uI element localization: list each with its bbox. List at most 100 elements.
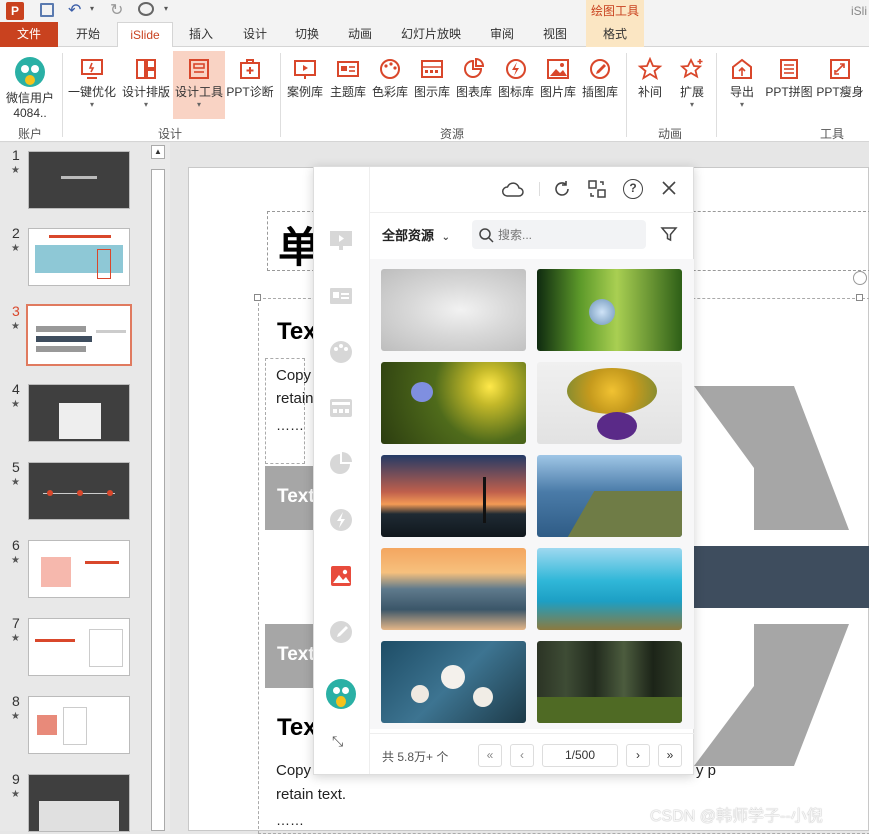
slide-star: ★ xyxy=(11,243,20,254)
ribbon: 微信用户 4084.. 账户 一键优化 ▾ 设计排版 ▾ 设计工具 ▾ PPT诊… xyxy=(0,47,869,142)
image-sunset-tree[interactable] xyxy=(381,455,526,537)
presenter-icon[interactable] xyxy=(138,2,154,16)
illustration-library-button[interactable]: 插图库 xyxy=(579,51,621,119)
tab-insert[interactable]: 插入 xyxy=(176,22,226,47)
heading-1[interactable]: Tex xyxy=(277,318,317,346)
search-icon xyxy=(479,228,494,243)
refresh-icon[interactable] xyxy=(552,179,572,199)
image-turquoise-sea[interactable] xyxy=(537,548,682,630)
tab-slideshow[interactable]: 幻灯片放映 xyxy=(392,22,470,47)
title-bar: P ↶ ▾ ↻ ▾ iSli xyxy=(0,0,869,22)
image-yellow-bouquet[interactable] xyxy=(537,362,682,444)
redo-icon[interactable]: ↻ xyxy=(110,0,123,20)
ppt-diagnosis-button[interactable]: PPT诊断 xyxy=(226,51,274,119)
diagram-library-button[interactable]: 图示库 xyxy=(411,51,453,119)
tab-islide[interactable]: iSlide xyxy=(117,22,173,48)
search-input[interactable] xyxy=(498,225,638,244)
tab-home[interactable]: 开始 xyxy=(62,22,114,47)
image-forest[interactable] xyxy=(537,641,682,723)
swap-icon[interactable] xyxy=(587,179,607,199)
thumbnail-scrollbar[interactable]: ▲ xyxy=(150,143,170,831)
lightning-rail-icon[interactable] xyxy=(328,507,354,533)
first-page-button[interactable]: « xyxy=(478,744,502,767)
slide-thumbnail-3[interactable] xyxy=(26,304,132,366)
tab-view[interactable]: 视图 xyxy=(532,22,578,47)
slide-star: ★ xyxy=(11,399,20,410)
panel-category-rail: ⤡ xyxy=(314,167,370,774)
image-coast-lighthouse[interactable] xyxy=(537,455,682,537)
color-library-button[interactable]: 色彩库 xyxy=(369,51,411,119)
slide-thumbnail-2[interactable] xyxy=(28,228,130,286)
powerpoint-icon[interactable]: P xyxy=(6,2,24,20)
last-page-button[interactable]: » xyxy=(658,744,682,767)
theme-library-rail-icon[interactable] xyxy=(328,283,354,309)
image-blue-flower[interactable] xyxy=(381,362,526,444)
slide-thumbnail-4[interactable] xyxy=(28,384,130,442)
resource-filter-dropdown[interactable]: 全部资源 ⌄ xyxy=(382,225,450,245)
export-icon xyxy=(732,58,752,79)
slide-thumbnail-5[interactable] xyxy=(28,462,130,520)
brush-rail-icon[interactable] xyxy=(328,619,354,645)
tab-file[interactable]: 文件 xyxy=(0,22,58,47)
diagram-icon xyxy=(421,60,443,78)
slide-thumbnail-8[interactable] xyxy=(28,696,130,754)
save-icon[interactable] xyxy=(40,3,54,17)
palette-rail-icon[interactable] xyxy=(328,339,354,365)
owl-avatar-icon[interactable] xyxy=(326,679,356,709)
image-water-drop[interactable] xyxy=(537,269,682,351)
resize-handle[interactable] xyxy=(254,294,261,301)
pie-chart-rail-icon[interactable] xyxy=(328,451,354,477)
close-icon[interactable] xyxy=(659,178,679,198)
tab-animations[interactable]: 动画 xyxy=(336,22,384,47)
customize-icon[interactable]: ▾ xyxy=(164,4,168,13)
ppt-collage-button[interactable]: PPT拼图 xyxy=(764,51,814,119)
cloud-icon[interactable] xyxy=(501,180,525,198)
slide-thumbnail-6[interactable] xyxy=(28,540,130,598)
ppt-slim-button[interactable]: PPT瘦身 xyxy=(815,51,865,119)
image-white-blossom[interactable] xyxy=(381,641,526,723)
diagram-rail-icon[interactable] xyxy=(328,395,354,421)
one-click-optimize-button[interactable]: 一键优化 ▾ xyxy=(65,51,119,119)
extend-button[interactable]: 扩展 ▾ xyxy=(672,51,712,119)
picture-rail-icon[interactable] xyxy=(328,563,354,589)
tab-transitions[interactable]: 切换 xyxy=(284,22,330,47)
scroll-up-arrow[interactable]: ▲ xyxy=(151,145,165,159)
monitor-icon xyxy=(81,59,103,79)
ellipsis-1: …… xyxy=(276,417,304,433)
filter-funnel-icon[interactable] xyxy=(660,225,678,243)
chart-library-button[interactable]: 图表库 xyxy=(453,51,495,119)
tab-design[interactable]: 设计 xyxy=(230,22,280,47)
next-page-button[interactable]: › xyxy=(626,744,650,767)
case-library-button[interactable]: 案例库 xyxy=(284,51,326,119)
design-tools-button[interactable]: 设计工具 ▾ xyxy=(173,51,225,119)
dropdown-icon[interactable]: ▾ xyxy=(90,4,94,13)
image-dandelion[interactable] xyxy=(381,269,526,351)
account-button[interactable]: 微信用户 4084.. xyxy=(2,51,58,120)
group-separator xyxy=(626,53,627,137)
tween-button[interactable]: 补间 xyxy=(630,51,670,119)
theme-library-button[interactable]: 主题库 xyxy=(327,51,369,119)
previous-page-button[interactable]: ‹ xyxy=(510,744,534,767)
collapse-icon[interactable]: ⤡ xyxy=(332,733,352,753)
tab-review[interactable]: 审阅 xyxy=(478,22,526,47)
case-library-rail-icon[interactable] xyxy=(328,227,354,253)
export-button[interactable]: 导出 ▾ xyxy=(722,51,762,119)
chevron-arrow-graphic[interactable] xyxy=(694,386,869,806)
picture-library-button[interactable]: 图片库 xyxy=(537,51,579,119)
slide-thumbnail-1[interactable] xyxy=(28,151,130,209)
tab-format[interactable]: 格式 xyxy=(586,22,644,47)
scroll-thumb[interactable] xyxy=(151,169,165,831)
resize-handle[interactable] xyxy=(856,294,863,301)
design-layout-button[interactable]: 设计排版 ▾ xyxy=(119,51,173,119)
icon-library-button[interactable]: 图标库 xyxy=(495,51,537,119)
undo-icon[interactable]: ↶ xyxy=(68,0,81,20)
search-box[interactable] xyxy=(472,220,646,249)
help-icon[interactable]: ? xyxy=(623,179,643,199)
resource-filter-label: 全部资源 xyxy=(382,228,435,243)
rotate-handle[interactable] xyxy=(853,271,867,285)
image-mountain-dusk[interactable] xyxy=(381,548,526,630)
slide-thumbnail-9[interactable] xyxy=(28,774,130,832)
slide-thumbnail-7[interactable] xyxy=(28,618,130,676)
page-input[interactable]: 1/500 xyxy=(542,744,618,767)
heading-2[interactable]: Tex xyxy=(277,714,317,742)
